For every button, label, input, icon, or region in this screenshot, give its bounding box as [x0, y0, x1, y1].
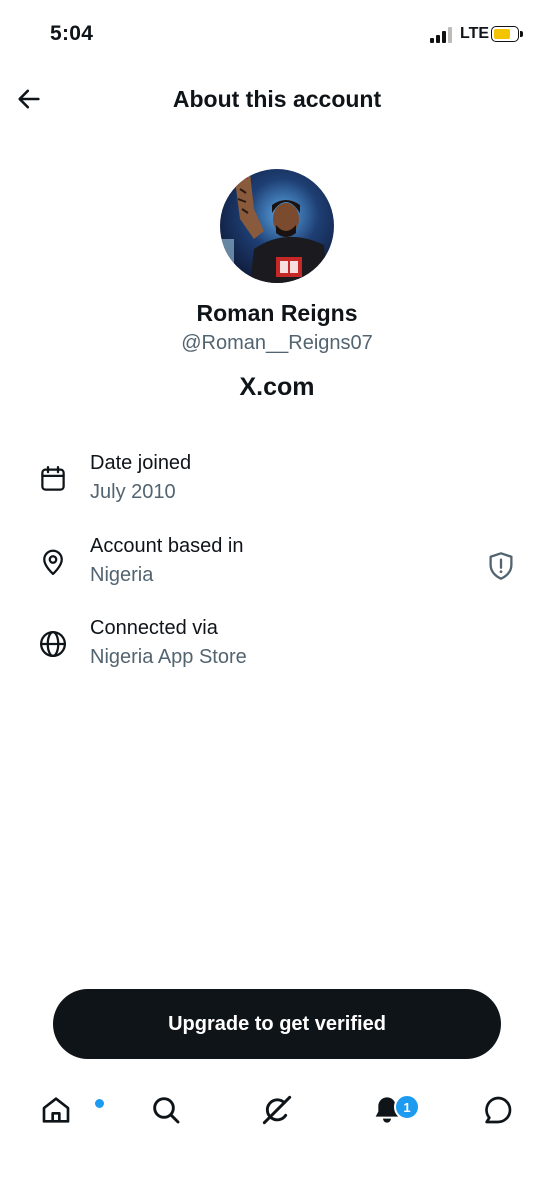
location-pin-icon	[36, 545, 70, 579]
display-name: Roman Reigns	[196, 300, 358, 326]
messages-icon	[485, 1096, 512, 1124]
tab-grok[interactable]	[253, 1086, 301, 1134]
home-icon	[42, 1097, 70, 1123]
calendar-icon	[36, 462, 70, 496]
avatar	[220, 169, 334, 283]
status-bar: 5:04 LTE	[0, 0, 554, 70]
header: About this account	[0, 72, 554, 128]
page-title: About this account	[172, 86, 382, 112]
upgrade-verified-button[interactable]: Upgrade to get verified	[53, 989, 501, 1059]
globe-icon	[36, 627, 70, 661]
info-date-joined: Date joined July 2010	[0, 452, 554, 522]
tab-search[interactable]	[142, 1086, 190, 1134]
grok-icon	[262, 1095, 292, 1125]
connected-via-label: Connected via	[90, 617, 218, 639]
signal-strength-icon	[430, 27, 454, 43]
notification-count-badge: 1	[394, 1094, 420, 1120]
account-based-in-label: Account based in	[90, 535, 244, 557]
search-icon	[153, 1097, 180, 1124]
network-type: LTE	[460, 25, 490, 42]
date-joined-label: Date joined	[90, 452, 192, 474]
tab-messages[interactable]	[474, 1086, 522, 1134]
battery-icon	[491, 26, 524, 44]
username-handle: @Roman__Reigns07	[181, 332, 373, 354]
connected-via-value: Nigeria App Store	[90, 646, 247, 668]
platform-label: X.com	[239, 373, 315, 401]
tab-home[interactable]	[32, 1086, 105, 1134]
shield-alert-icon[interactable]	[486, 550, 516, 582]
bottom-tab-bar	[0, 1080, 554, 1150]
status-time: 5:04	[50, 22, 94, 45]
home-notification-dot	[94, 1098, 105, 1109]
account-based-in-value: Nigeria	[90, 564, 154, 586]
info-connected-via: Connected via Nigeria App Store	[0, 617, 554, 687]
date-joined-value: July 2010	[90, 481, 176, 503]
info-account-based-in: Account based in Nigeria	[0, 535, 554, 605]
upgrade-verified-label: Upgrade to get verified	[168, 1012, 386, 1035]
